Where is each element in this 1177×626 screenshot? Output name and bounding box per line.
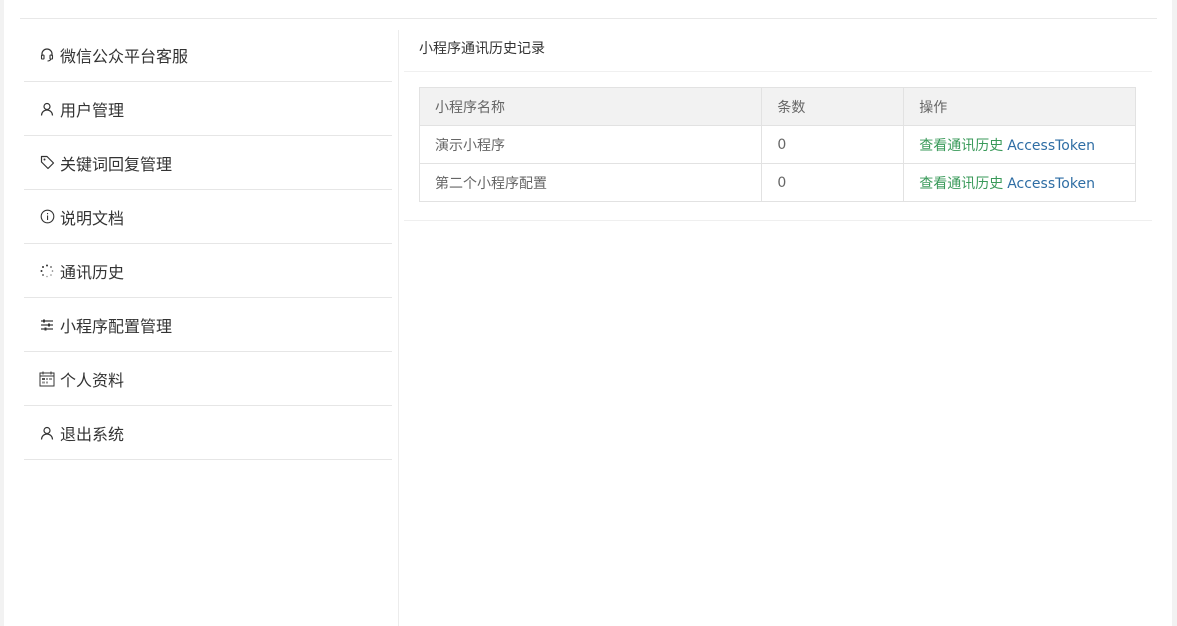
vertical-divider <box>398 30 399 626</box>
sidebar-item-history[interactable]: 通讯历史 <box>24 244 392 298</box>
sidebar-item-label: 小程序配置管理 <box>60 316 173 336</box>
column-header-count: 条数 <box>761 87 905 126</box>
sidebar-item-profile[interactable]: 个人资料 <box>24 352 392 406</box>
sliders-icon <box>39 317 55 333</box>
page: 微信公众平台客服 用户管理 关键词回复管理 说明文档 通讯历史 小程序配置管理 … <box>4 0 1172 626</box>
sidebar-item-users[interactable]: 用户管理 <box>24 82 392 136</box>
user-icon <box>39 425 55 441</box>
cell-count: 0 <box>761 163 905 202</box>
info-icon <box>39 209 55 225</box>
sidebar-menu: 微信公众平台客服 用户管理 关键词回复管理 说明文档 通讯历史 小程序配置管理 … <box>24 28 392 460</box>
cell-count: 0 <box>761 125 905 164</box>
access-token-link[interactable]: AccessToken <box>1007 138 1095 154</box>
table-row: 第二个小程序配置 0 查看通讯历史 AccessToken <box>418 163 1136 202</box>
top-bar <box>20 0 1157 19</box>
sidebar-item-keywords[interactable]: 关键词回复管理 <box>24 136 392 190</box>
cell-name: 第二个小程序配置 <box>418 163 763 202</box>
cell-actions: 查看通讯历史 AccessToken <box>903 125 1136 164</box>
sidebar-item-wechat-service[interactable]: 微信公众平台客服 <box>24 28 392 82</box>
sidebar-item-label: 说明文档 <box>60 208 125 228</box>
headset-icon <box>39 47 55 63</box>
view-history-link[interactable]: 查看通讯历史 <box>919 138 1003 154</box>
sidebar-item-logout[interactable]: 退出系统 <box>24 406 392 460</box>
sidebar-item-label: 通讯历史 <box>60 262 125 282</box>
user-icon <box>39 101 55 117</box>
sidebar-item-docs[interactable]: 说明文档 <box>24 190 392 244</box>
history-table: 小程序名称 条数 操作 演示小程序 0 查看通讯历史 AccessToken 第二… <box>418 87 1136 202</box>
calendar-icon <box>39 371 55 387</box>
column-header-actions: 操作 <box>903 87 1136 126</box>
view-history-link[interactable]: 查看通讯历史 <box>919 176 1003 192</box>
panel-title: 小程序通讯历史记录 <box>404 28 1152 72</box>
sidebar-item-label: 微信公众平台客服 <box>60 46 189 66</box>
table-row: 演示小程序 0 查看通讯历史 AccessToken <box>418 125 1136 164</box>
loading-icon <box>39 263 55 279</box>
history-panel: 小程序通讯历史记录 小程序名称 条数 操作 演示小程序 0 查看通讯历史 Acc… <box>404 28 1152 221</box>
sidebar-item-label: 退出系统 <box>60 424 125 444</box>
sidebar-item-label: 个人资料 <box>60 370 125 390</box>
tag-icon <box>39 155 55 171</box>
access-token-link[interactable]: AccessToken <box>1007 176 1095 192</box>
cell-name: 演示小程序 <box>418 125 763 164</box>
cell-actions: 查看通讯历史 AccessToken <box>903 163 1136 202</box>
sidebar-item-miniprogram-config[interactable]: 小程序配置管理 <box>24 298 392 352</box>
column-header-name: 小程序名称 <box>418 87 763 126</box>
table-header-row: 小程序名称 条数 操作 <box>418 87 1136 126</box>
sidebar-item-label: 用户管理 <box>60 100 125 120</box>
sidebar-item-label: 关键词回复管理 <box>60 154 173 174</box>
